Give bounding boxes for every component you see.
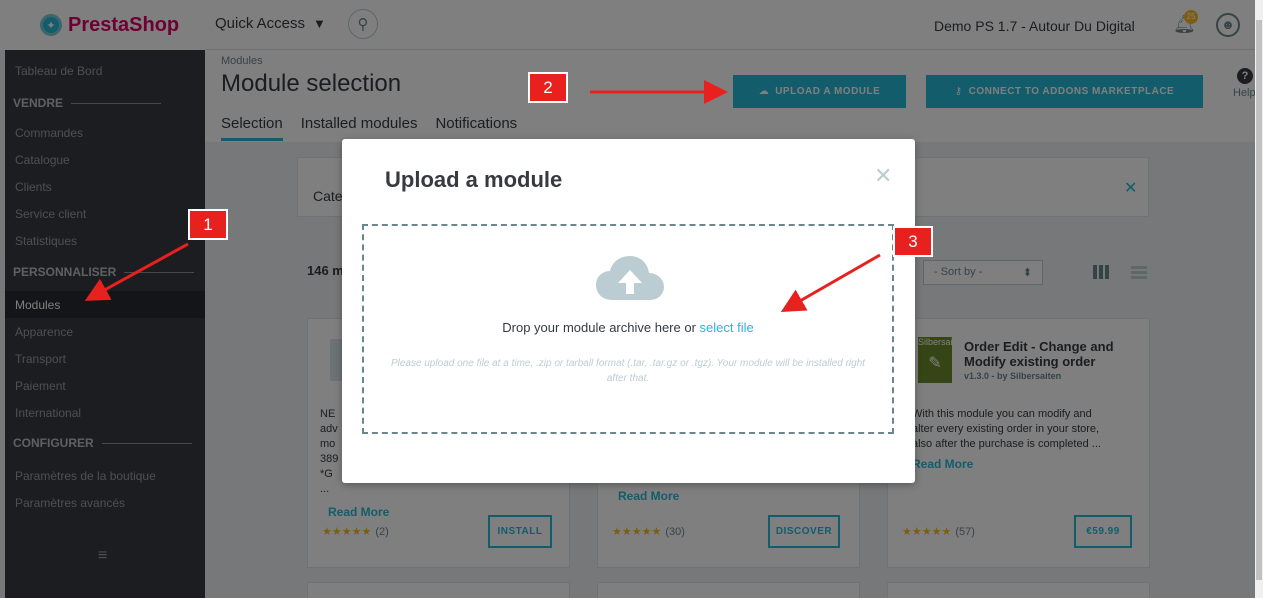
cloud-upload-icon — [596, 256, 664, 300]
annotation-step-3: 3 — [893, 226, 933, 257]
annotation-step-1: 1 — [188, 209, 228, 240]
annotation-step-2: 2 — [528, 72, 568, 103]
drop-text-label: Drop your module archive here or — [502, 320, 700, 335]
modal-title: Upload a module — [385, 167, 563, 192]
scrollbar-thumb[interactable] — [1256, 20, 1262, 580]
close-icon[interactable]: ✕ — [874, 163, 892, 189]
file-dropzone[interactable]: Drop your module archive here or select … — [362, 224, 894, 434]
select-file-link[interactable]: select file — [700, 320, 754, 335]
drop-instructions: Drop your module archive here or select … — [364, 320, 892, 335]
upload-module-modal: Upload a module ✕ Drop your module archi… — [342, 139, 915, 483]
upload-note: Please upload one file at a time, .zip o… — [390, 358, 866, 384]
